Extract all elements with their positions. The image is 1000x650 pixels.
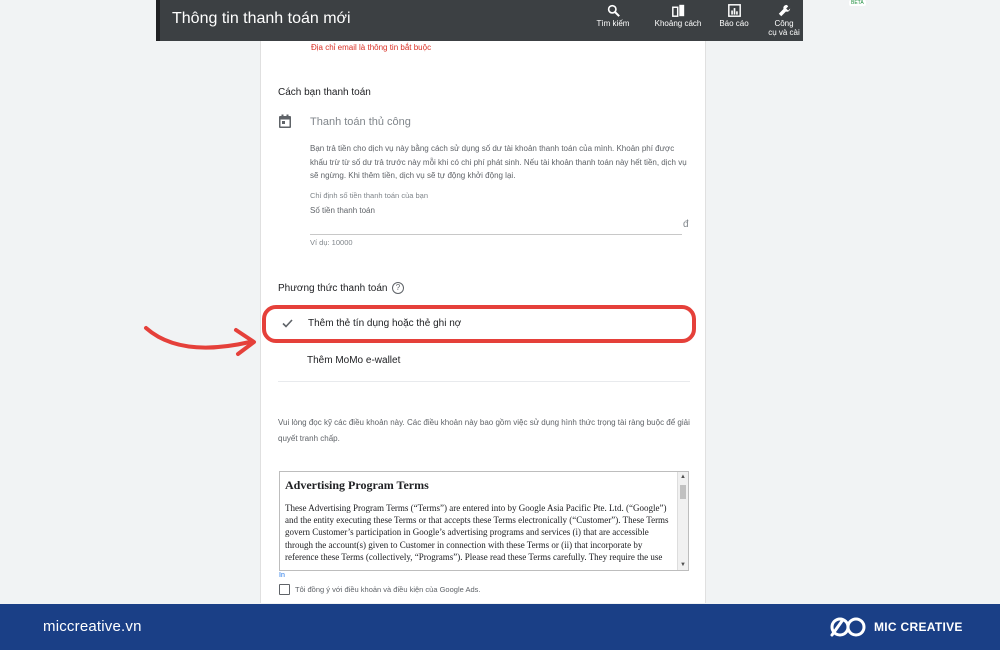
tool-search-label: Tìm kiếm [596,19,630,28]
chart-icon [727,4,741,17]
scroll-down-arrow-icon[interactable]: ▼ [680,562,686,568]
highlight-annotation [262,305,696,343]
tool-settings-label: Công cụ và cài [768,19,800,37]
help-icon[interactable]: ? [392,282,404,294]
amount-field-underline [310,234,682,235]
agree-checkbox[interactable] [279,584,290,595]
agree-label: Tôi đồng ý với điều khoản và điều kiện c… [295,585,481,594]
amount-field[interactable]: Số tiền thanh toán [310,206,375,215]
header-accent [156,0,160,41]
email-error-text: Địa chỉ email là thông tin bắt buộc [311,43,432,52]
currency-symbol: đ [683,219,689,230]
page-title: Thông tin thanh toán mới [172,10,351,27]
tool-reports-button[interactable]: Báo cáo [709,4,759,29]
tool-reports-label: Báo cáo [719,19,749,28]
terms-title: Advertising Program Terms [285,478,429,492]
print-link[interactable]: In [279,572,285,579]
columns-icon [671,4,684,17]
footer-banner: miccreative.vn MIC CREATIVE [0,604,1000,650]
tool-columns-label: Khoảng cách [654,19,702,28]
footer-brand: MIC CREATIVE [874,620,963,634]
amount-example: Ví dụ: 10000 [310,238,353,247]
app-header: Thông tin thanh toán mới Tìm kiếm Khoảng… [156,0,866,41]
terms-body: These Advertising Program Terms (“Terms”… [285,503,669,562]
divider [278,381,690,382]
arrow-annotation-icon [144,326,256,356]
wrench-icon [778,4,790,17]
amount-hint: Chỉ định số tiền thanh toán của bạn [310,191,429,200]
payment-method-heading: Phương thức thanh toán [278,283,388,294]
manual-payment-description: Bạn trả tiền cho dịch vụ này bằng cách s… [310,144,687,180]
scrollbar-thumb[interactable] [680,485,686,499]
beta-badge: BETA [849,0,866,6]
terms-scrollbar[interactable]: ▲ ▼ [677,472,688,570]
manual-payment-option[interactable]: Thanh toán thủ công [310,116,411,128]
mic-logo-icon [830,617,866,637]
tool-columns-button[interactable]: Khoảng cách [653,4,703,29]
footer-site-url: miccreative.vn [43,618,142,635]
tool-search-button[interactable]: Tìm kiếm [588,4,638,29]
scroll-up-arrow-icon[interactable]: ▲ [680,474,686,480]
how-you-pay-heading: Cách bạn thanh toán [278,87,371,98]
add-momo-option[interactable]: Thêm MoMo e-wallet [307,355,400,366]
calendar-icon [279,114,291,128]
terms-intro-text: Vui lòng đọc kỹ các điều khoản này. Các … [278,418,690,443]
tool-settings-button[interactable]: Công cụ và cài [759,4,809,38]
search-icon [607,4,620,17]
terms-scroll-box[interactable]: Advertising Program Terms These Advertis… [279,471,689,571]
